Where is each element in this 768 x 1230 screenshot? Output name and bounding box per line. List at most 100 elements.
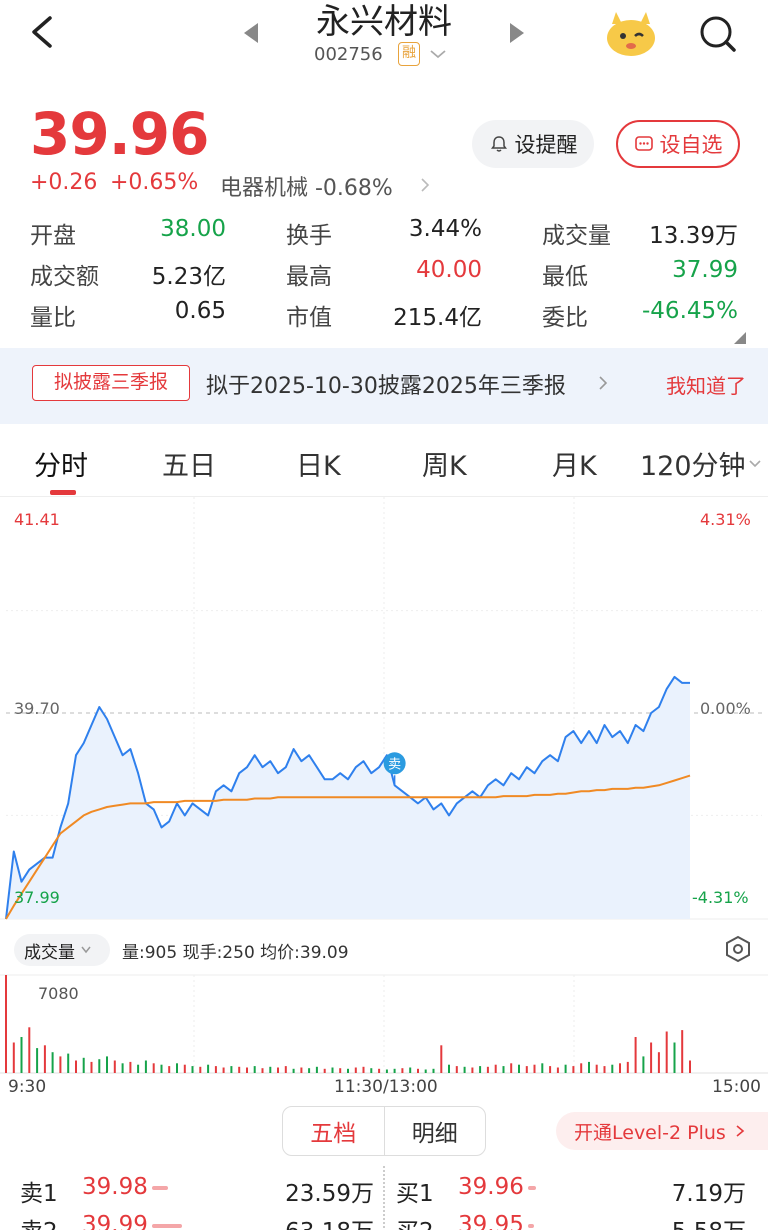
tab-intraday[interactable]: 分时: [34, 444, 88, 483]
stat-value: 13.39万: [649, 223, 738, 249]
top-nav-bar: 永兴材料 002756 融: [0, 0, 768, 80]
sell-2-volume-bar: [152, 1224, 182, 1228]
intraday-chart[interactable]: 卖: [0, 497, 768, 1105]
settings-hex-icon[interactable]: [724, 934, 752, 964]
next-stock-icon[interactable]: [506, 20, 528, 46]
mascot-icon[interactable]: [604, 10, 658, 58]
sell-1-volume-bar: [152, 1186, 168, 1190]
volume-bar: [129, 1061, 132, 1073]
tab-trade-detail[interactable]: 明细: [385, 1107, 486, 1155]
volume-bar: [626, 1061, 629, 1073]
notice-tag: 拟披露三季报: [32, 365, 190, 401]
volume-bar: [207, 1064, 210, 1073]
volume-bar: [533, 1064, 536, 1073]
volume-bar: [183, 1064, 186, 1073]
volume-bar: [339, 1068, 342, 1073]
chevron-down-icon[interactable]: [746, 456, 764, 472]
volume-bar: [525, 1066, 528, 1073]
volume-bar: [471, 1067, 474, 1073]
sector-link[interactable]: 电器机械 -0.68%: [220, 170, 393, 202]
volume-bar: [20, 1037, 23, 1073]
current-price: 39.96: [30, 100, 209, 168]
tab-daily-k[interactable]: 日K: [296, 444, 341, 483]
sell-marker-label: 卖: [388, 757, 401, 772]
sell-1-price: 39.98: [82, 1174, 148, 1200]
buy-2-label: 买2: [396, 1212, 434, 1230]
orderbook-tabs: 五档 明细: [282, 1106, 486, 1156]
buy-2-price: 39.95: [458, 1212, 524, 1230]
time-axis-mid: 11:30/13:00: [334, 1077, 438, 1097]
volume-bar: [556, 1067, 559, 1073]
set-alert-label: 设提醒: [514, 133, 578, 157]
y-axis-prev-close: 39.70: [14, 699, 60, 718]
level2-upgrade-button[interactable]: 开通Level-2 Plus: [556, 1112, 768, 1150]
volume-indicator-dropdown[interactable]: 成交量: [14, 934, 110, 966]
volume-bar: [222, 1067, 225, 1073]
margin-trading-badge: 融: [398, 42, 420, 66]
volume-bar: [634, 1037, 637, 1073]
volume-bar: [448, 1064, 450, 1073]
volume-bar: [572, 1066, 575, 1073]
volume-bar: [331, 1067, 334, 1073]
volume-bar: [385, 1069, 388, 1073]
volume-bar: [5, 975, 7, 1073]
volume-bar: [642, 1056, 645, 1073]
dismiss-notice-button[interactable]: 我知道了: [666, 370, 746, 399]
sell-1-label: 卖1: [20, 1181, 58, 1207]
notice-text[interactable]: 拟于2025-10-30披露2025年三季报: [206, 368, 566, 400]
volume-bar: [657, 1052, 660, 1073]
y-axis-low-price: 37.99: [14, 888, 60, 907]
volume-bar: [595, 1064, 598, 1073]
volume-bar: [541, 1063, 544, 1073]
volume-bar: [315, 1066, 318, 1073]
tab-five-levels[interactable]: 五档: [283, 1107, 385, 1155]
orderbook-divider: [383, 1166, 385, 1230]
volume-bar: [603, 1066, 606, 1073]
volume-bar: [354, 1067, 357, 1073]
volume-bar: [137, 1064, 140, 1073]
volume-bar: [502, 1066, 505, 1073]
volume-bar: [284, 1066, 287, 1073]
previous-stock-icon[interactable]: [240, 20, 262, 46]
volume-bar: [300, 1067, 303, 1073]
volume-bar: [409, 1067, 412, 1073]
sell-2-price: 39.99: [82, 1212, 148, 1230]
volume-bar: [401, 1068, 404, 1073]
buy-2-volume: 5.58万: [656, 1212, 746, 1230]
chevron-down-icon[interactable]: [428, 44, 448, 64]
tab-120-minute[interactable]: 120分钟: [640, 444, 746, 483]
volume-indicator-label: 成交量: [24, 942, 75, 963]
volume-bar: [665, 1031, 668, 1073]
expand-corner-icon[interactable]: [734, 332, 746, 344]
volume-bar: [378, 1068, 381, 1073]
active-tab-indicator: [50, 490, 76, 495]
stat-value: 0.65: [174, 298, 226, 324]
volume-bar: [75, 1060, 77, 1073]
volume-bar: [611, 1064, 614, 1073]
y-axis-zero-percent: 0.00%: [700, 699, 751, 718]
set-alert-button[interactable]: 设提醒: [472, 120, 594, 168]
volume-bar: [230, 1066, 233, 1073]
volume-bar: [67, 1053, 70, 1073]
stat-value: 3.44%: [408, 216, 482, 242]
volume-bar: [564, 1064, 567, 1073]
volume-bar: [486, 1066, 489, 1073]
volume-bar: [308, 1068, 311, 1073]
volume-bar: [214, 1066, 217, 1073]
y-axis-high-percent: 4.31%: [700, 510, 751, 529]
volume-bar: [12, 1042, 15, 1073]
volume-bar: [362, 1066, 365, 1073]
add-watchlist-label: 设自选: [659, 133, 723, 157]
search-icon[interactable]: [696, 12, 740, 56]
tab-monthly-k[interactable]: 月K: [552, 444, 597, 483]
tab-weekly-k[interactable]: 周K: [422, 444, 467, 483]
stat-label: 市值: [286, 305, 332, 331]
tab-five-day[interactable]: 五日: [162, 444, 216, 483]
back-arrow-icon[interactable]: [20, 10, 64, 54]
volume-bar: [43, 1045, 46, 1073]
volume-bar: [292, 1068, 295, 1073]
buy-2-volume-bar: [528, 1224, 534, 1228]
sell-2-volume: 63.18万: [284, 1212, 374, 1230]
volume-bar: [176, 1063, 178, 1073]
add-watchlist-button[interactable]: 设自选: [616, 120, 740, 168]
